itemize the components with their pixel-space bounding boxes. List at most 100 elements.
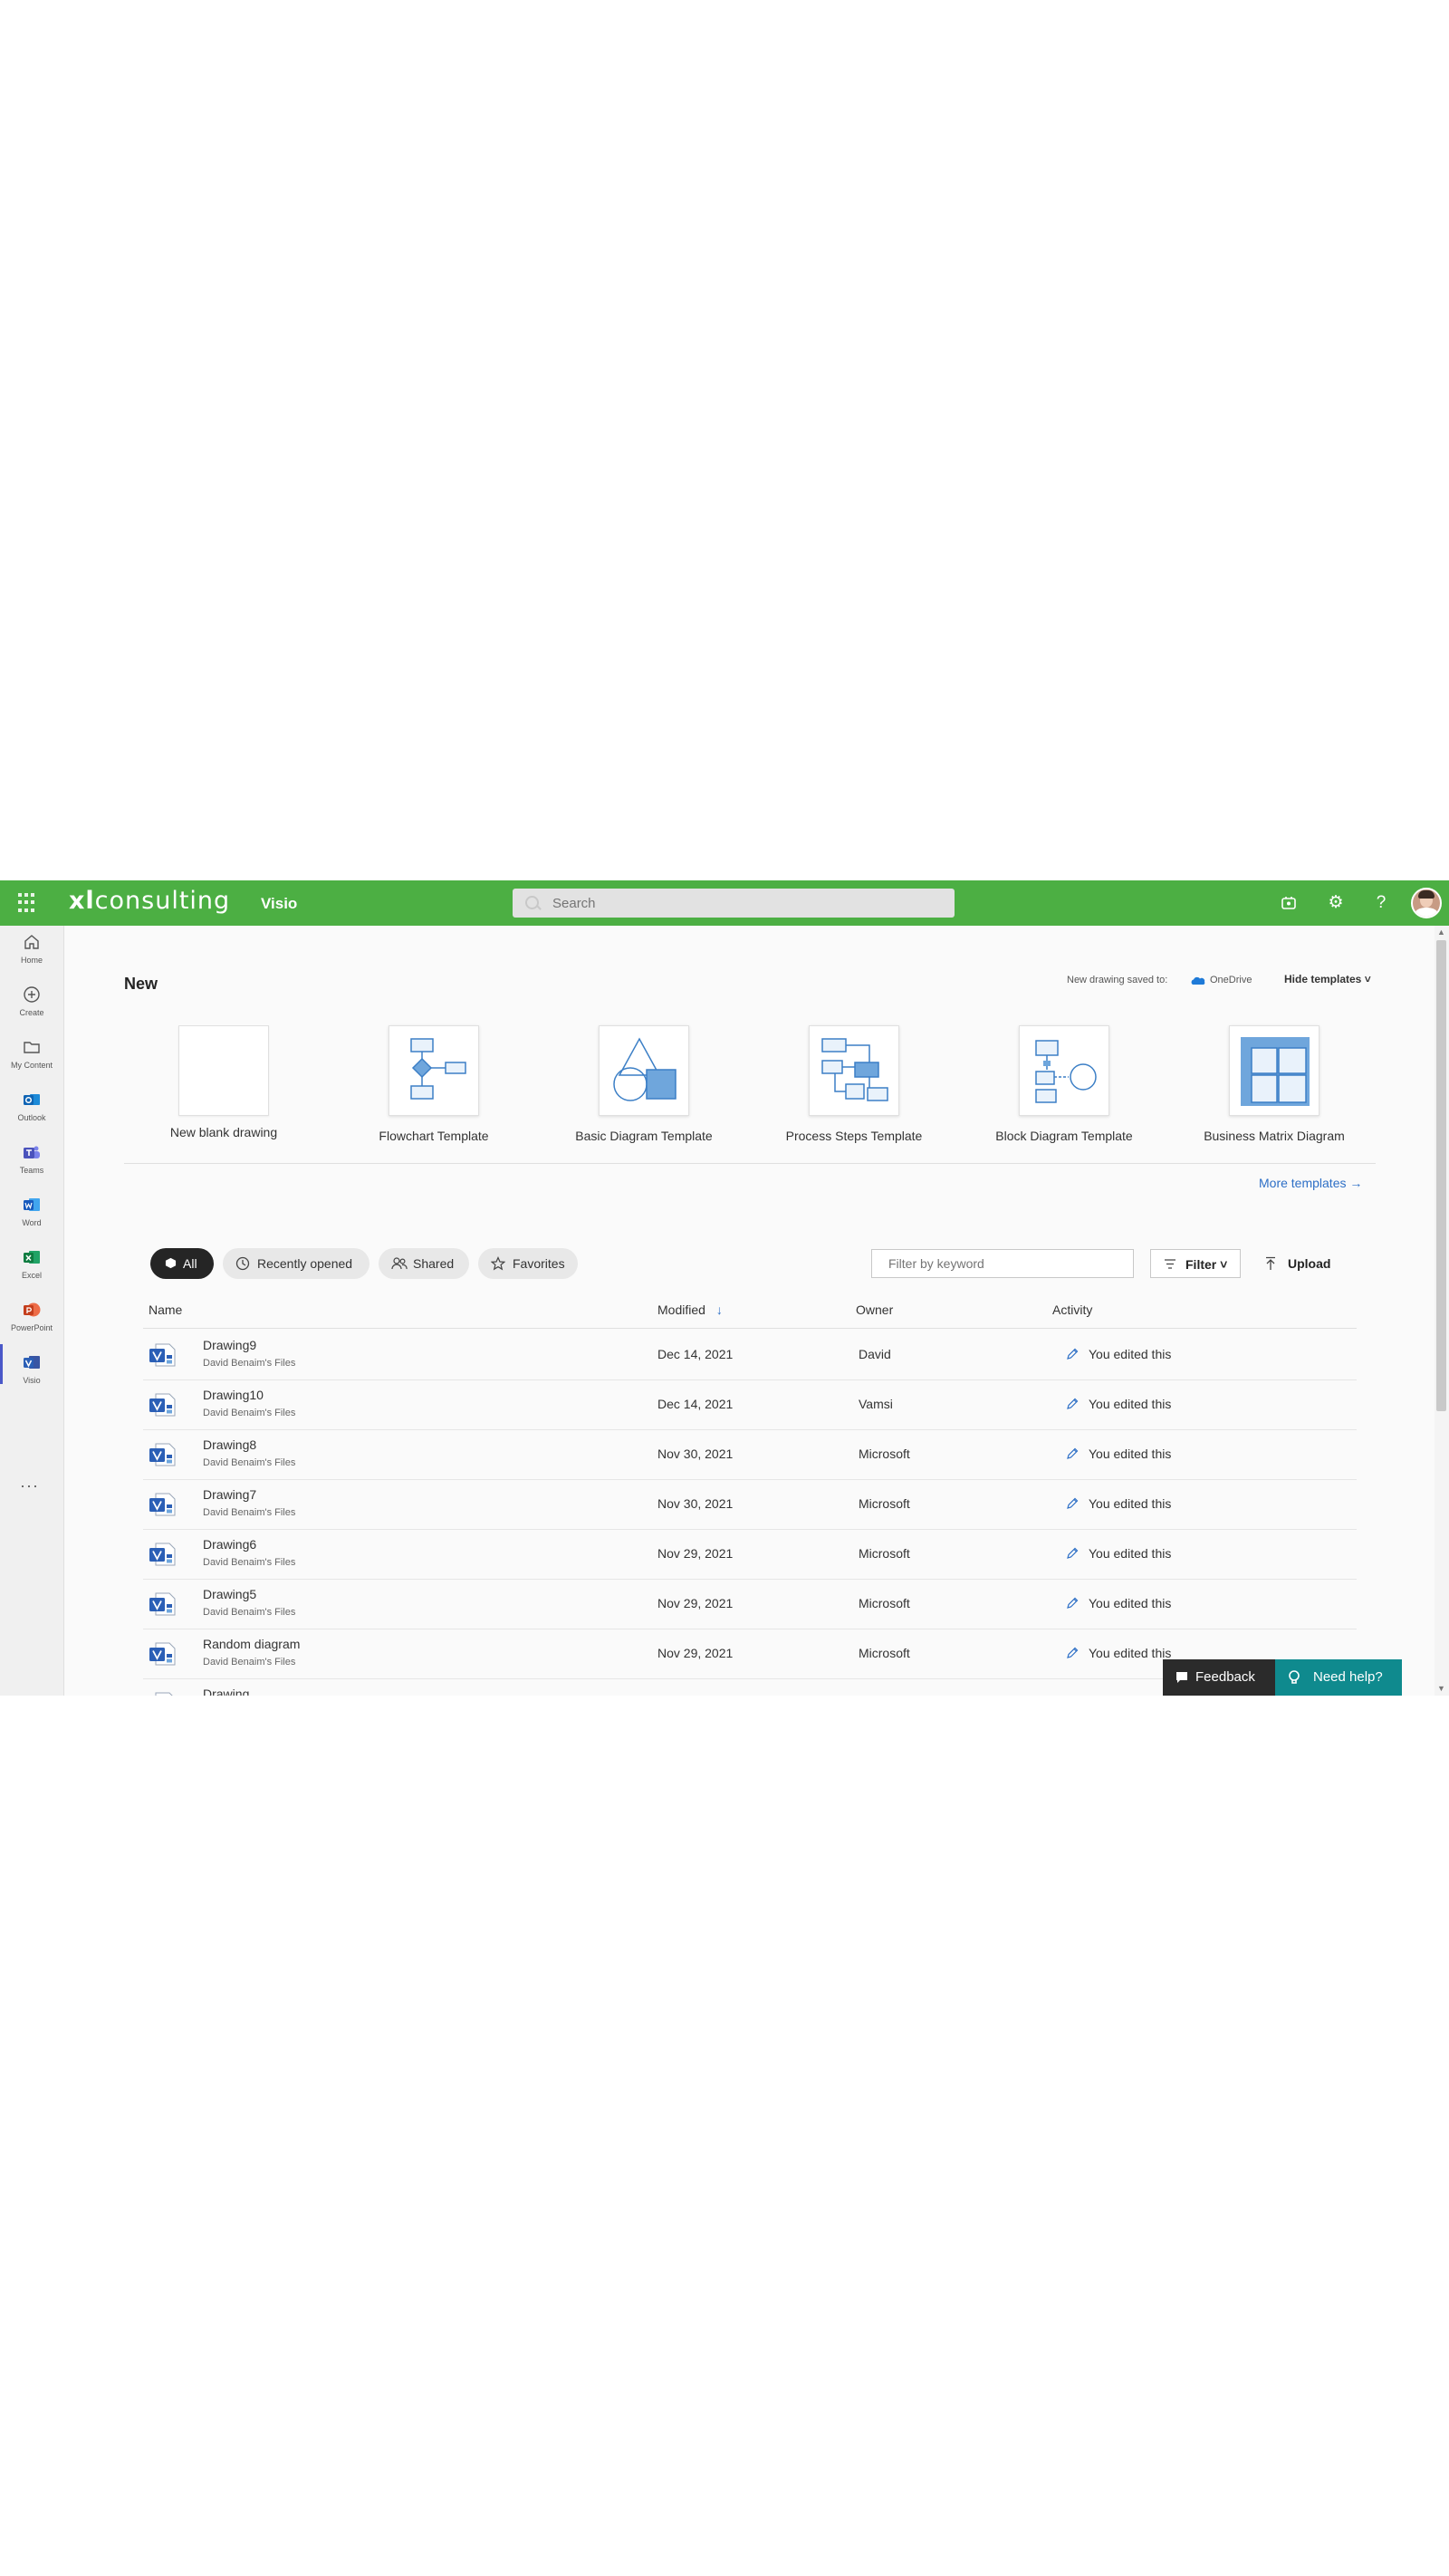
pill-label: Favorites [513,1256,565,1271]
upload-button[interactable]: Upload [1261,1249,1342,1278]
template-flowchart[interactable]: Flowchart Template [343,1025,524,1152]
column-header-name[interactable]: Name [149,1302,182,1317]
template-name: New blank drawing [169,1125,278,1139]
owner-name: Microsoft [859,1496,910,1511]
rail-item-word[interactable]: Word [0,1192,63,1241]
file-row[interactable]: Drawing5 David Benaim's Files Nov 29, 2021… [143,1579,1357,1629]
rail-item-create[interactable]: Create [0,982,63,1031]
file-name[interactable]: Drawing5 [203,1587,256,1601]
visio-file-icon [149,1443,176,1466]
activity-text: You edited this [1089,1546,1172,1561]
file-row[interactable]: Drawing6 David Benaim's Files Nov 29, 2021… [143,1529,1357,1580]
all-files-icon [165,1257,177,1269]
need-help-button[interactable]: Need help? [1275,1659,1402,1696]
template-new-blank-drawing[interactable]: New blank drawing [133,1025,314,1152]
rail-label: Visio [23,1376,41,1385]
template-thumbnail [1019,1025,1109,1116]
template-basic-diagram[interactable]: Basic Diagram Template [553,1025,734,1152]
modified-date: Nov 29, 2021 [657,1646,734,1660]
rail-item-teams[interactable]: Teams [0,1139,63,1188]
file-location: David Benaim's Files [203,1607,296,1618]
file-name[interactable]: Drawing8 [203,1437,256,1452]
rail-label: Excel [21,1271,42,1280]
whats-new-icon[interactable] [1277,891,1300,915]
rail-item-my-content[interactable]: My Content [0,1034,63,1083]
scrollbar-thumb[interactable] [1436,940,1446,1411]
scroll-down-arrow-icon[interactable]: ▼ [1437,1684,1445,1693]
pencil-edit-icon [1067,1398,1079,1409]
column-header-label: Modified [657,1302,705,1317]
activity-text: You edited this [1089,1496,1172,1511]
file-row[interactable]: Drawing8 David Benaim's Files Nov 30, 2021… [143,1429,1357,1480]
lightbulb-icon [1289,1670,1300,1684]
file-name[interactable]: Drawing10 [203,1388,264,1402]
file-name[interactable]: Drawing9 [203,1338,256,1352]
file-name[interactable]: Drawing6 [203,1537,256,1552]
upload-label: Upload [1288,1256,1331,1271]
left-app-rail: Home Create My Content Outlook Teams Wor… [0,926,64,1696]
more-templates-link[interactable]: More templates → [1259,1176,1362,1190]
app-launcher-icon[interactable] [18,893,38,913]
filter-pill-favorites[interactable]: Favorites [478,1248,578,1279]
visio-file-icon [149,1592,176,1616]
search-input[interactable] [513,889,955,918]
template-thumbnail [599,1025,689,1116]
file-name[interactable]: Drawing7 [203,1487,256,1502]
template-thumbnail [1229,1025,1319,1116]
visio-app-window: xlconsulting Visio ⚙ ? Home Create My Co… [0,880,1449,1696]
file-row[interactable]: Drawing7 David Benaim's Files Nov 30, 2021… [143,1479,1357,1530]
activity-text: You edited this [1089,1646,1172,1660]
folder-icon [24,1042,40,1053]
user-avatar[interactable] [1411,888,1442,918]
help-icon[interactable]: ? [1369,891,1393,915]
company-logo[interactable]: xlconsulting [69,887,230,915]
template-name: Basic Diagram Template [575,1129,713,1143]
pencil-edit-icon [1067,1348,1079,1360]
owner-name: David [859,1347,891,1361]
rail-item-powerpoint[interactable]: PowerPoint [0,1297,63,1346]
feedback-button[interactable]: Feedback [1163,1659,1275,1696]
filter-button[interactable]: Filter ˅ [1150,1249,1241,1278]
rail-item-excel[interactable]: Excel [0,1245,63,1293]
app-name[interactable]: Visio [261,895,297,913]
template-block-diagram[interactable]: Block Diagram Template [974,1025,1155,1152]
template-thumbnail [178,1025,269,1116]
filter-by-keyword-input[interactable] [871,1249,1134,1278]
template-business-matrix[interactable]: Business Matrix Diagram [1184,1025,1365,1152]
file-location: David Benaim's Files [203,1557,296,1568]
file-name[interactable]: Drawing [203,1687,249,1696]
pencil-edit-icon [1067,1497,1079,1509]
file-name[interactable]: Random diagram [203,1637,300,1651]
file-row[interactable]: Drawing10 David Benaim's Files Dec 14, 202… [143,1379,1357,1430]
owner-name: Microsoft [859,1596,910,1610]
column-header-modified[interactable]: Modified ↓ [657,1302,723,1317]
hide-templates-button[interactable]: Hide templates ˅ [1284,973,1371,985]
saved-to-label: New drawing saved to: [1067,975,1168,985]
pencil-edit-icon [1067,1447,1079,1459]
block-diagram-icon [1035,1040,1097,1103]
rail-label: Word [22,1218,42,1227]
template-process-steps[interactable]: Process Steps Template [763,1025,945,1152]
header-divider [143,1328,1357,1329]
file-row[interactable]: Drawing9 David Benaim's Files Dec 14, 2021… [143,1330,1357,1380]
filter-pill-shared[interactable]: Shared [379,1248,469,1279]
rail-label: My Content [10,1061,53,1070]
file-location: David Benaim's Files [203,1507,296,1518]
new-section-title: New [124,975,158,993]
rail-item-home[interactable]: Home [0,929,63,978]
saved-to-location[interactable]: OneDrive [1210,975,1252,985]
filter-pill-all[interactable]: All [150,1248,214,1279]
column-header-activity[interactable]: Activity [1052,1302,1092,1317]
owner-name: Microsoft [859,1447,910,1461]
scroll-up-arrow-icon[interactable]: ▲ [1437,928,1445,937]
visio-file-icon [149,1393,176,1417]
filter-pill-recently-opened[interactable]: Recently opened [223,1248,369,1279]
more-apps-icon[interactable]: ··· [20,1476,39,1495]
settings-gear-icon[interactable]: ⚙ [1324,891,1348,915]
rail-item-visio[interactable]: Visio [0,1350,63,1399]
template-name: Flowchart Template [379,1129,489,1143]
column-header-owner[interactable]: Owner [856,1302,893,1317]
template-name: Block Diagram Template [995,1129,1133,1143]
rail-item-outlook[interactable]: Outlook [0,1087,63,1136]
visio-file-icon [149,1493,176,1516]
